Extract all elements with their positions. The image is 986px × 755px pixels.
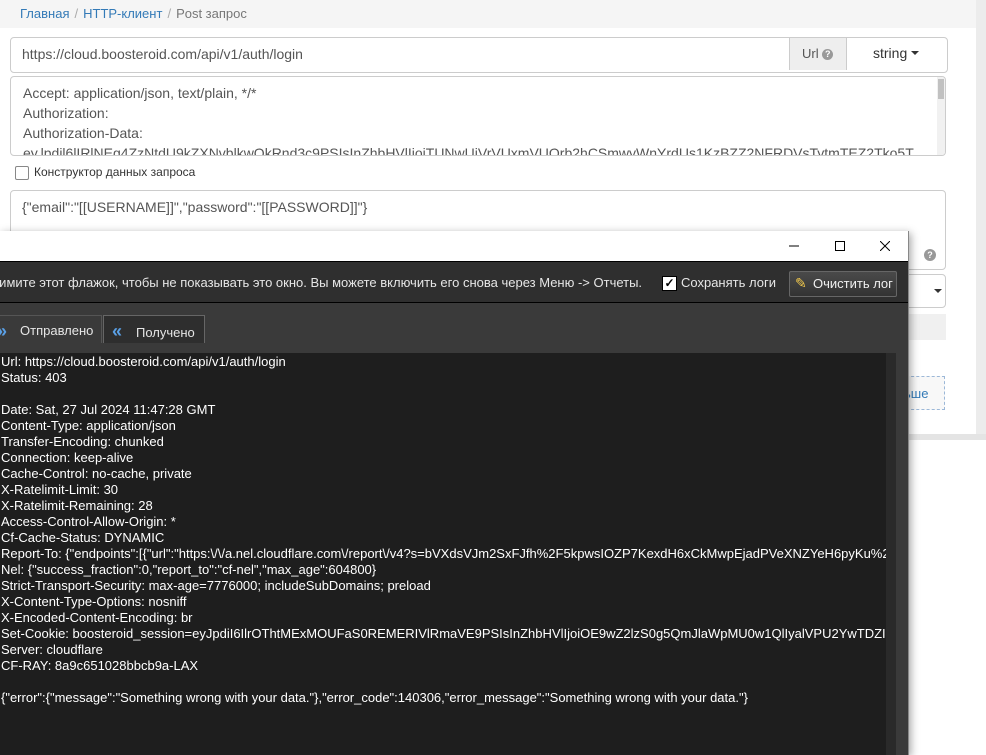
minimize-icon [789,245,799,247]
log-line: Cache-Control: no-cache, private [1,466,192,481]
clear-log-button[interactable]: ✎ Очистить лог [789,271,897,297]
headers-scrollbar[interactable] [937,77,945,155]
tab-sent-label: Отправлено [20,323,94,338]
maximize-button[interactable] [817,231,863,261]
breadcrumb-home-link[interactable]: Главная [20,6,69,21]
log-area: Url: https://cloud.boosteroid.com/api/v1… [0,343,908,755]
header-line: Authorization-Data: [23,125,143,141]
page-scrollbar[interactable] [976,0,986,436]
log-line: {"error":{"message":"Something wrong wit… [1,690,748,705]
log-window-titlebar[interactable] [0,231,908,261]
grey-panel [906,314,946,340]
constructor-label: Конструктор данных запроса [34,165,196,179]
log-line: X-Ratelimit-Limit: 30 [1,482,119,497]
breadcrumb-current: Post запрос [176,6,247,21]
headers-textarea[interactable]: Accept: application/json, text/plain, */… [10,76,946,156]
broom-icon: ✎ [795,275,807,291]
url-input[interactable]: https://cloud.boosteroid.com/api/v1/auth… [22,46,782,62]
save-logs-label: Сохранять логи [681,275,776,290]
url-addon-label: Url [802,46,819,61]
value-type-dropdown[interactable]: string [846,38,946,70]
log-window: нимите этот флажок, чтобы не показывать … [0,231,909,755]
header-line: Accept: application/json, text/plain, */… [23,85,257,101]
page-divider [908,434,986,440]
url-addon: Url ? [789,38,846,70]
log-line: CF-RAY: 8a9c651028bbcb9a-LAX [1,658,199,673]
log-line: Connection: keep-alive [1,450,134,465]
log-line: Server: cloudflare [1,642,103,657]
log-line: X-Ratelimit-Remaining: 28 [1,498,153,513]
log-line: Cf-Cache-Status: DYNAMIC [1,530,165,545]
request-body-text: {"email":"[[USERNAME]]","password":"[[PA… [22,199,368,215]
caret-down-icon [934,289,942,293]
log-line: Content-Type: application/json [1,418,176,433]
breadcrumb-separator: / [74,6,79,21]
log-line: X-Content-Type-Options: nosniff [1,594,187,609]
double-chevron-left-icon: « [112,321,123,341]
close-button[interactable] [862,231,908,261]
value-type-label: string [873,45,908,61]
log-line: Report-To: {"endpoints":[{"url":"https:\… [1,546,886,561]
minimize-button[interactable] [771,231,817,261]
log-notice-text: нимите этот флажок, чтобы не показывать … [0,275,643,290]
log-line: Set-Cookie: boosteroid_session=eyJpdiI6I… [1,626,886,641]
log-line: Url: https://cloud.boosteroid.com/api/v1… [1,354,286,369]
maximize-icon [835,241,845,251]
caret-down-icon [911,51,920,55]
close-icon [880,241,890,251]
log-line: Nel: {"success_fraction":0,"report_to":"… [1,562,377,577]
headers-scrollbar-thumb[interactable] [938,79,944,99]
breadcrumb: Главная / HTTP-клиент / Post запрос [20,6,247,21]
log-line: X-Encoded-Content-Encoding: br [1,610,193,625]
double-chevron-right-icon: » [0,321,7,342]
header-line: ey.lpdil6lIRlNEg4ZzNtdU9kZXNvblkwOkRnd3c… [23,145,914,156]
save-logs-checkbox[interactable]: ✓ [662,276,677,291]
log-line: Date: Sat, 27 Jul 2024 11:47:28 GMT [1,402,216,417]
log-line: Access-Control-Allow-Origin: * [1,514,176,529]
help-icon[interactable]: ? [822,49,834,60]
constructor-checkbox[interactable] [15,166,29,180]
tab-received-label: Получено [136,325,195,340]
header-line: Authorization: [23,105,109,121]
log-line: Strict-Transport-Security: max-age=77760… [1,578,431,593]
log-line: Transfer-Encoding: chunked [1,434,164,449]
breadcrumb-separator: / [167,6,172,21]
tab-sent[interactable]: » Отправлено [0,315,102,346]
log-line: Status: 403 [1,370,67,385]
response-log[interactable]: Url: https://cloud.boosteroid.com/api/v1… [0,353,886,755]
log-scrollbar[interactable] [886,353,896,755]
breadcrumb-http-client-link[interactable]: HTTP-клиент [83,6,162,21]
clear-log-label: Очистить лог [813,276,893,291]
log-toolbar: нимите этот флажок, чтобы не показывать … [0,261,908,303]
body-help-icon[interactable]: ? [924,249,936,261]
